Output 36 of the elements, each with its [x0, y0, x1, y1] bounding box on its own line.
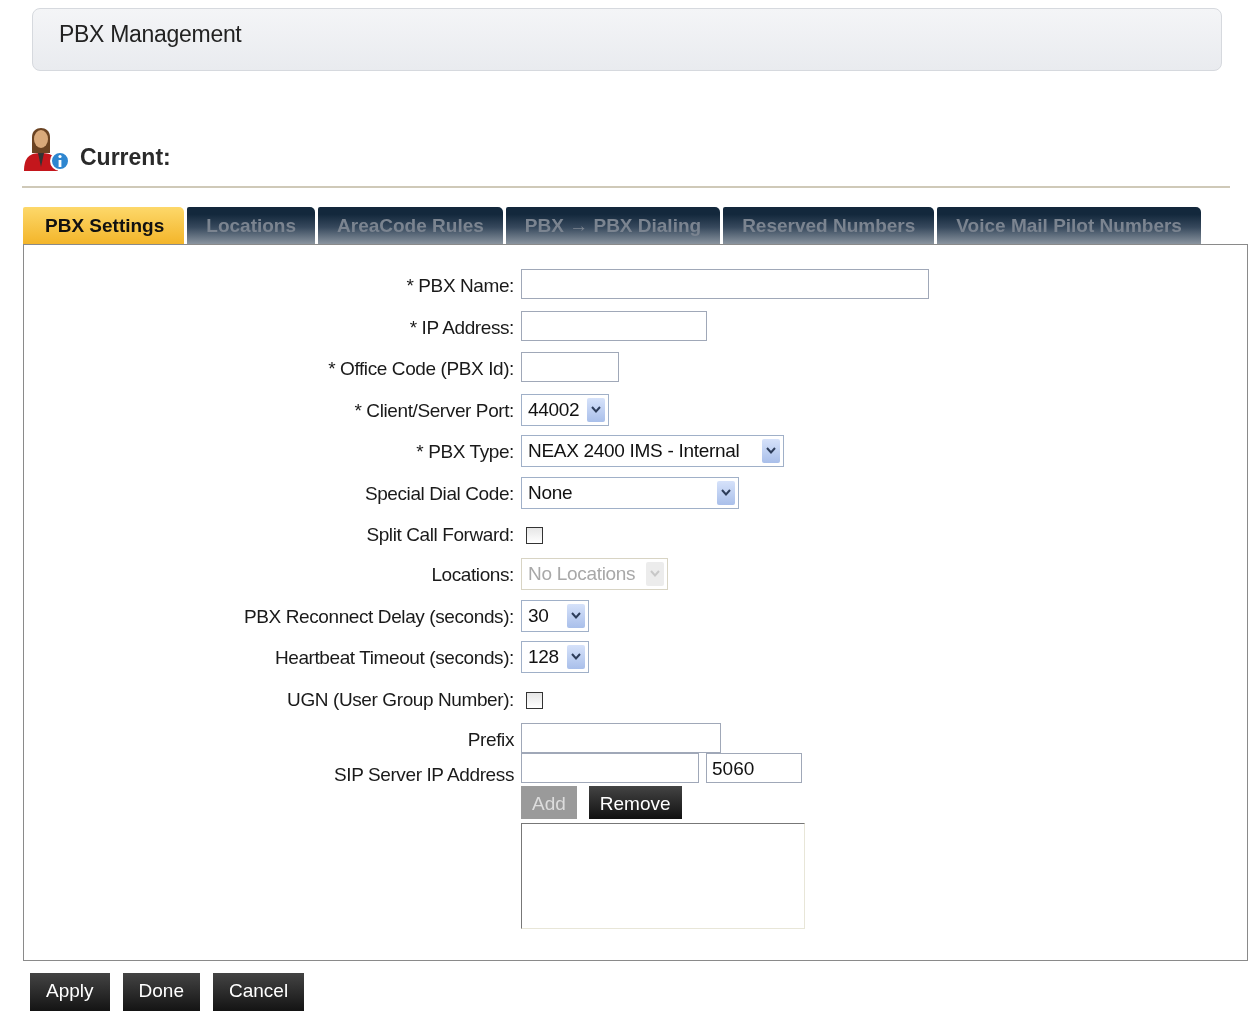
port-field[interactable]: 5060: [706, 753, 802, 783]
field-label: SIP Server IP Address: [333, 764, 515, 786]
dropdown[interactable]: 44002: [521, 393, 609, 426]
field-label: PBX Reconnect Delay (seconds):: [243, 604, 515, 628]
field-label: Split Call Forward:: [365, 523, 515, 546]
field-label: Locations:: [430, 563, 515, 586]
page-title: PBX Management: [59, 21, 242, 48]
dropdown: No Locations: [521, 558, 668, 590]
field-label: * PBX Type:: [415, 440, 515, 463]
address-list[interactable]: [521, 823, 805, 929]
field-label: Special Dial Code:: [363, 481, 515, 505]
dropdown[interactable]: NEAX 2400 IMS - Internal: [521, 435, 784, 467]
checkbox[interactable]: [526, 691, 543, 709]
tab[interactable]: PBX Settings: [23, 207, 185, 244]
field-label: Prefix: [466, 727, 515, 751]
field-label: Heartbeat Timeout (seconds):: [273, 646, 515, 669]
checkbox[interactable]: [526, 527, 543, 544]
field-label: * PBX Name:: [405, 274, 515, 297]
field-label: UGN (User Group Number):: [286, 687, 515, 711]
action-button[interactable]: Cancel: [212, 973, 305, 1011]
field-label: * IP Address:: [408, 315, 515, 339]
dropdown[interactable]: 128: [521, 641, 589, 673]
input-field[interactable]: [521, 722, 721, 753]
input-field[interactable]: [521, 352, 619, 382]
field-label: * Client/Server Port:: [353, 398, 515, 422]
list-button[interactable]: Remove: [588, 786, 682, 819]
list-button: Add: [521, 786, 577, 819]
action-button[interactable]: Done: [122, 973, 200, 1011]
field-label: * Office Code (PBX Id):: [327, 357, 515, 380]
input-field[interactable]: [521, 753, 699, 783]
input-field[interactable]: [521, 310, 707, 341]
dropdown[interactable]: None: [521, 476, 739, 509]
dropdown[interactable]: 30: [521, 599, 589, 632]
action-button[interactable]: Apply: [30, 973, 110, 1011]
input-field[interactable]: [521, 269, 929, 299]
section-title: Current:: [80, 144, 171, 172]
